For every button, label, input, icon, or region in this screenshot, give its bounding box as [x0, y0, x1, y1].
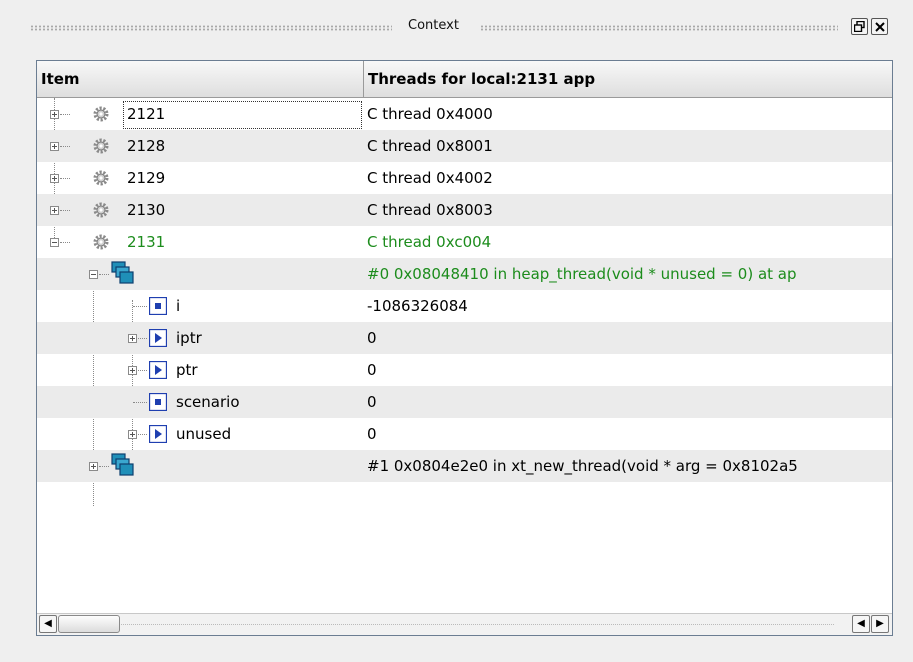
- close-icon: [874, 21, 885, 32]
- collapse-icon[interactable]: [89, 270, 98, 279]
- window-title: Context: [408, 18, 459, 33]
- item-label: 2128: [127, 137, 166, 155]
- frame-value: #0 0x08048410 in heap_thread(void * unus…: [367, 265, 797, 283]
- expand-icon[interactable]: [128, 430, 137, 439]
- variable-value: 0: [367, 425, 377, 443]
- close-button[interactable]: [871, 18, 888, 35]
- float-icon: [854, 21, 865, 32]
- table-row[interactable]: #1 0x0804e2e0 in xt_new_thread(void * ar…: [37, 450, 892, 482]
- table-row[interactable]: 2131 C thread 0xc004: [37, 226, 892, 258]
- expand-icon[interactable]: [128, 366, 137, 375]
- table-row[interactable]: 2121 C thread 0x4000: [37, 98, 892, 130]
- table-row[interactable]: i -1086326084: [37, 290, 892, 322]
- table-row[interactable]: iptr 0: [37, 322, 892, 354]
- tree-item[interactable]: 2128: [37, 130, 363, 162]
- table-header: Item Threads for local:2131 app: [37, 61, 892, 98]
- tree-line: [60, 146, 70, 147]
- gear-icon: [93, 234, 109, 250]
- scalar-variable-icon: [149, 297, 167, 315]
- horizontal-scrollbar[interactable]: ◀ ◀ ▶: [37, 613, 892, 635]
- scroll-left-button-end[interactable]: ◀: [852, 615, 870, 633]
- tree-item[interactable]: ptr: [37, 354, 363, 386]
- item-label: 2130: [127, 201, 166, 219]
- title-grip-left: [30, 25, 392, 31]
- expand-icon[interactable]: [50, 206, 59, 215]
- expand-icon[interactable]: [128, 334, 137, 343]
- collapse-icon[interactable]: [50, 238, 59, 247]
- variable-value: -1086326084: [367, 297, 468, 315]
- thread-value: C thread 0xc004: [367, 233, 492, 251]
- gear-icon: [93, 170, 109, 186]
- tree-line: [60, 210, 70, 211]
- tree-item[interactable]: [37, 258, 363, 290]
- table-row[interactable]: unused 0: [37, 418, 892, 450]
- item-label: 2129: [127, 169, 166, 187]
- column-header-threads[interactable]: Threads for local:2131 app: [364, 61, 892, 97]
- expand-icon[interactable]: [50, 174, 59, 183]
- variable-value: 0: [367, 361, 377, 379]
- thread-value: C thread 0x8001: [367, 137, 493, 155]
- tree-line: [99, 274, 109, 275]
- dock-title-bar[interactable]: Context: [0, 0, 913, 50]
- gear-icon: [93, 106, 109, 122]
- table-row[interactable]: 2130 C thread 0x8003: [37, 194, 892, 226]
- tree-line: [138, 434, 147, 435]
- item-label: 2131: [127, 233, 166, 251]
- column-header-item[interactable]: Item: [37, 61, 363, 97]
- variable-value: 0: [367, 329, 377, 347]
- tree-line: [99, 466, 109, 467]
- item-label: 2121: [127, 105, 166, 123]
- tree-item[interactable]: unused: [37, 418, 363, 450]
- tree-item[interactable]: i: [37, 290, 363, 322]
- tree-item[interactable]: 2131: [37, 226, 363, 258]
- variable-value: 0: [367, 393, 377, 411]
- table-row[interactable]: #0 0x08048410 in heap_thread(void * unus…: [37, 258, 892, 290]
- title-grip-right: [480, 25, 838, 31]
- tree-line: [60, 114, 70, 115]
- thread-value: C thread 0x8003: [367, 201, 493, 219]
- tree-line: [133, 402, 147, 403]
- pointer-variable-icon: [149, 361, 167, 379]
- variable-name: unused: [176, 425, 232, 443]
- scroll-track[interactable]: [121, 624, 834, 625]
- scalar-variable-icon: [149, 393, 167, 411]
- variable-name: ptr: [176, 361, 198, 379]
- thread-value: C thread 0x4002: [367, 169, 493, 187]
- scroll-right-button[interactable]: ▶: [871, 615, 889, 633]
- tree-item[interactable]: 2121: [37, 98, 363, 130]
- float-button[interactable]: [851, 18, 868, 35]
- context-tree-view[interactable]: Item Threads for local:2131 app 2121 C t…: [36, 60, 893, 636]
- variable-name: i: [176, 297, 181, 315]
- tree-rows: 2121 C thread 0x4000 2128 C thread 0x800…: [37, 98, 892, 613]
- tree-item[interactable]: [37, 450, 363, 482]
- thread-value: C thread 0x4000: [367, 105, 493, 123]
- gear-icon: [93, 138, 109, 154]
- tree-line: [60, 242, 70, 243]
- table-row[interactable]: ptr 0: [37, 354, 892, 386]
- tree-line: [138, 338, 147, 339]
- expand-icon[interactable]: [89, 462, 98, 471]
- tree-item[interactable]: 2129: [37, 162, 363, 194]
- frame-value: #1 0x0804e2e0 in xt_new_thread(void * ar…: [367, 457, 798, 475]
- scroll-thumb[interactable]: [58, 615, 120, 633]
- stack-frame-icon: [111, 453, 134, 476]
- tree-item[interactable]: 2130: [37, 194, 363, 226]
- tree-item[interactable]: iptr: [37, 322, 363, 354]
- tree-line: [138, 370, 147, 371]
- scroll-left-button[interactable]: ◀: [39, 615, 57, 633]
- variable-name: iptr: [176, 329, 202, 347]
- gear-icon: [93, 202, 109, 218]
- tree-line: [133, 306, 147, 307]
- variable-name: scenario: [176, 393, 240, 411]
- pointer-variable-icon: [149, 329, 167, 347]
- expand-icon[interactable]: [50, 142, 59, 151]
- pointer-variable-icon: [149, 425, 167, 443]
- tree-item[interactable]: scenario: [37, 386, 363, 418]
- table-row[interactable]: 2128 C thread 0x8001: [37, 130, 892, 162]
- stack-frame-icon: [111, 261, 134, 284]
- table-row[interactable]: scenario 0: [37, 386, 892, 418]
- tree-line: [60, 178, 70, 179]
- expand-icon[interactable]: [50, 110, 59, 119]
- table-row[interactable]: 2129 C thread 0x4002: [37, 162, 892, 194]
